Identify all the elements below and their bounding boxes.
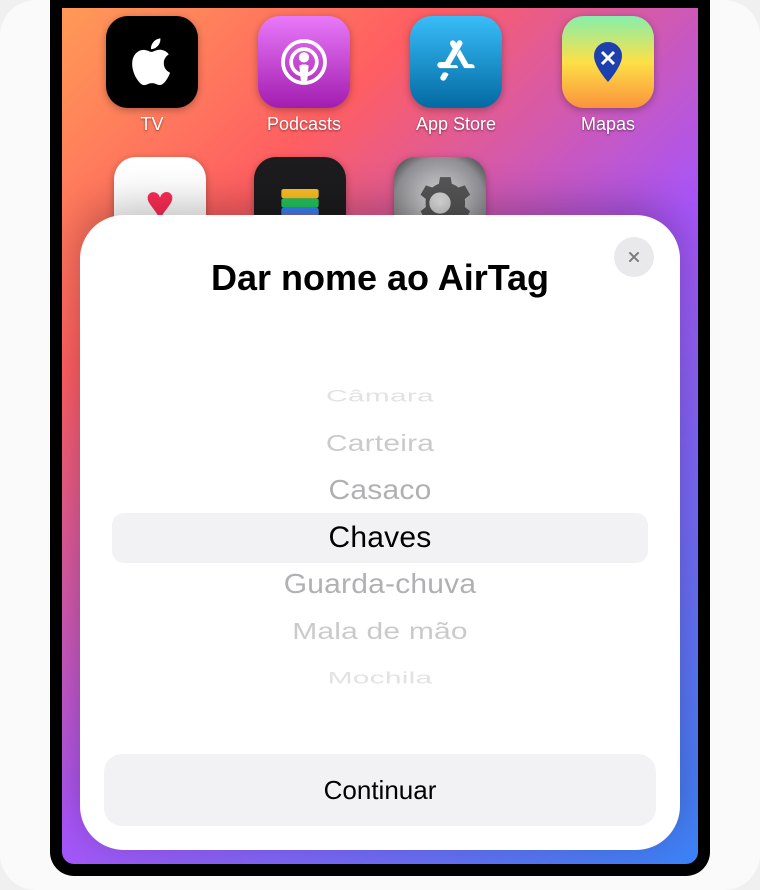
name-airtag-sheet: Dar nome ao AirTag Câmara Carteira Casac… [80, 215, 680, 850]
app-label: TV [140, 114, 163, 135]
app-appstore[interactable]: App Store [406, 16, 506, 135]
picker-item[interactable]: Mala de mão [292, 613, 468, 650]
app-tv[interactable]: TV [102, 16, 202, 135]
sheet-title: Dar nome ao AirTag [104, 257, 656, 299]
picker-item[interactable]: Câmara [326, 384, 434, 410]
continue-button[interactable]: Continuar [104, 754, 656, 826]
picker-item[interactable]: Casaco [329, 469, 432, 512]
phone-frame: TV Podcasts App Store [50, 0, 710, 876]
app-label: Mapas [581, 114, 635, 135]
podcasts-icon [258, 16, 350, 108]
phone-screen: TV Podcasts App Store [62, 8, 698, 864]
picker-item[interactable]: Guarda-chuva [284, 563, 477, 606]
picker-item[interactable]: Carteira [326, 425, 434, 462]
app-row-1: TV Podcasts App Store [102, 16, 658, 135]
apple-tv-icon [106, 16, 198, 108]
maps-icon [562, 16, 654, 108]
appstore-icon [410, 16, 502, 108]
continue-label: Continuar [324, 775, 437, 806]
home-screen: TV Podcasts App Store [62, 8, 698, 249]
app-label: App Store [416, 114, 496, 135]
picker-item[interactable]: Mochila [328, 666, 433, 692]
picker-items: Câmara Carteira Casaco Chaves Guarda-chu… [104, 373, 656, 702]
picker-item-selected[interactable]: Chaves [329, 514, 432, 561]
app-maps[interactable]: Mapas [558, 16, 658, 135]
app-podcasts[interactable]: Podcasts [254, 16, 354, 135]
app-label: Podcasts [267, 114, 341, 135]
close-icon [626, 249, 642, 265]
close-button[interactable] [614, 237, 654, 277]
canvas: TV Podcasts App Store [0, 0, 760, 890]
name-picker[interactable]: Câmara Carteira Casaco Chaves Guarda-chu… [104, 339, 656, 736]
